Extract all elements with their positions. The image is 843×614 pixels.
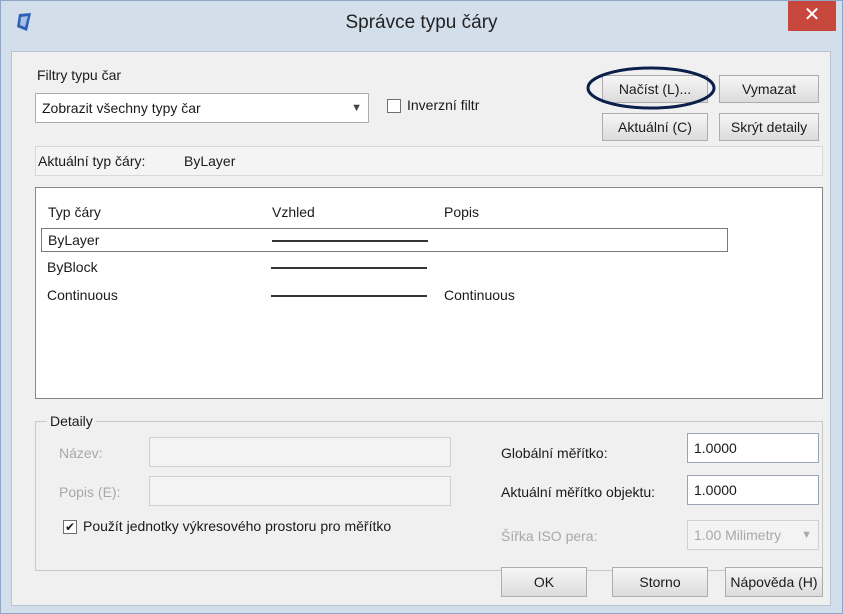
current-linetype-label: Aktuální typ čáry: — [38, 153, 146, 169]
column-header-appearance[interactable]: Vzhled — [272, 204, 315, 220]
table-row[interactable]: ByBlock — [41, 256, 728, 280]
row-linetype-name: ByLayer — [48, 232, 100, 248]
title-bar[interactable]: Správce typu čáry ✕ — [1, 1, 842, 45]
inverse-filter-label[interactable]: Inverzní filtr — [407, 97, 479, 113]
filter-select[interactable]: Zobrazit všechny typy čar ▼ — [35, 93, 369, 123]
inverse-filter-checkbox[interactable] — [387, 99, 401, 113]
chevron-down-icon: ▼ — [351, 102, 362, 114]
close-button[interactable]: ✕ — [788, 1, 836, 31]
close-icon: ✕ — [803, 4, 821, 26]
linetype-manager-dialog: Správce typu čáry ✕ Filtry typu čar Zobr… — [0, 0, 843, 614]
linetype-preview — [272, 240, 428, 242]
paper-space-units-checkbox[interactable]: ✔ — [63, 520, 77, 534]
details-group-label: Detaily — [47, 413, 96, 429]
object-scale-label: Aktuální měřítko objektu: — [501, 484, 656, 500]
row-linetype-name: Continuous — [47, 287, 118, 303]
column-header-description[interactable]: Popis — [444, 204, 479, 220]
ok-button[interactable]: OK — [501, 567, 587, 597]
global-scale-input[interactable]: 1.0000 — [687, 433, 819, 463]
linetype-list[interactable]: Typ čáry Vzhled Popis ByLayer ByBlock Co… — [35, 187, 823, 399]
description-label: Popis (E): — [59, 484, 121, 500]
linetype-preview — [271, 295, 427, 297]
description-field — [149, 476, 451, 506]
row-linetype-description: Continuous — [444, 287, 515, 303]
iso-pen-width-value: 1.00 Milimetry — [694, 527, 782, 543]
window-title: Správce typu čáry — [345, 12, 498, 33]
highlight-ellipse — [586, 66, 716, 110]
name-field — [149, 437, 451, 467]
current-linetype-value: ByLayer — [184, 153, 236, 169]
table-row[interactable]: Continuous Continuous — [41, 284, 728, 308]
delete-button[interactable]: Vymazat — [719, 75, 819, 103]
cancel-button[interactable]: Storno — [612, 567, 708, 597]
set-current-button[interactable]: Aktuální (C) — [602, 113, 708, 141]
name-label: Název: — [59, 445, 103, 461]
hide-details-button[interactable]: Skrýt detaily — [719, 113, 819, 141]
iso-pen-width-select: 1.00 Milimetry ▼ — [687, 520, 819, 550]
filters-label: Filtry typu čar — [37, 67, 122, 83]
filter-select-value: Zobrazit všechny typy čar — [42, 100, 201, 116]
column-header-linetype[interactable]: Typ čáry — [48, 204, 101, 220]
row-linetype-name: ByBlock — [47, 259, 98, 275]
paper-space-units-label[interactable]: Použít jednotky výkresového prostoru pro… — [83, 518, 391, 534]
table-row[interactable]: ByLayer — [41, 228, 728, 252]
chevron-down-icon: ▼ — [801, 529, 812, 541]
iso-pen-width-label: Šířka ISO pera: — [501, 528, 598, 544]
object-scale-input[interactable]: 1.0000 — [687, 475, 819, 505]
global-scale-label: Globální měřítko: — [501, 445, 608, 461]
help-button[interactable]: Nápověda (H) — [725, 567, 823, 597]
linetype-preview — [271, 267, 427, 269]
current-linetype-bar: Aktuální typ čáry: ByLayer — [35, 146, 823, 176]
